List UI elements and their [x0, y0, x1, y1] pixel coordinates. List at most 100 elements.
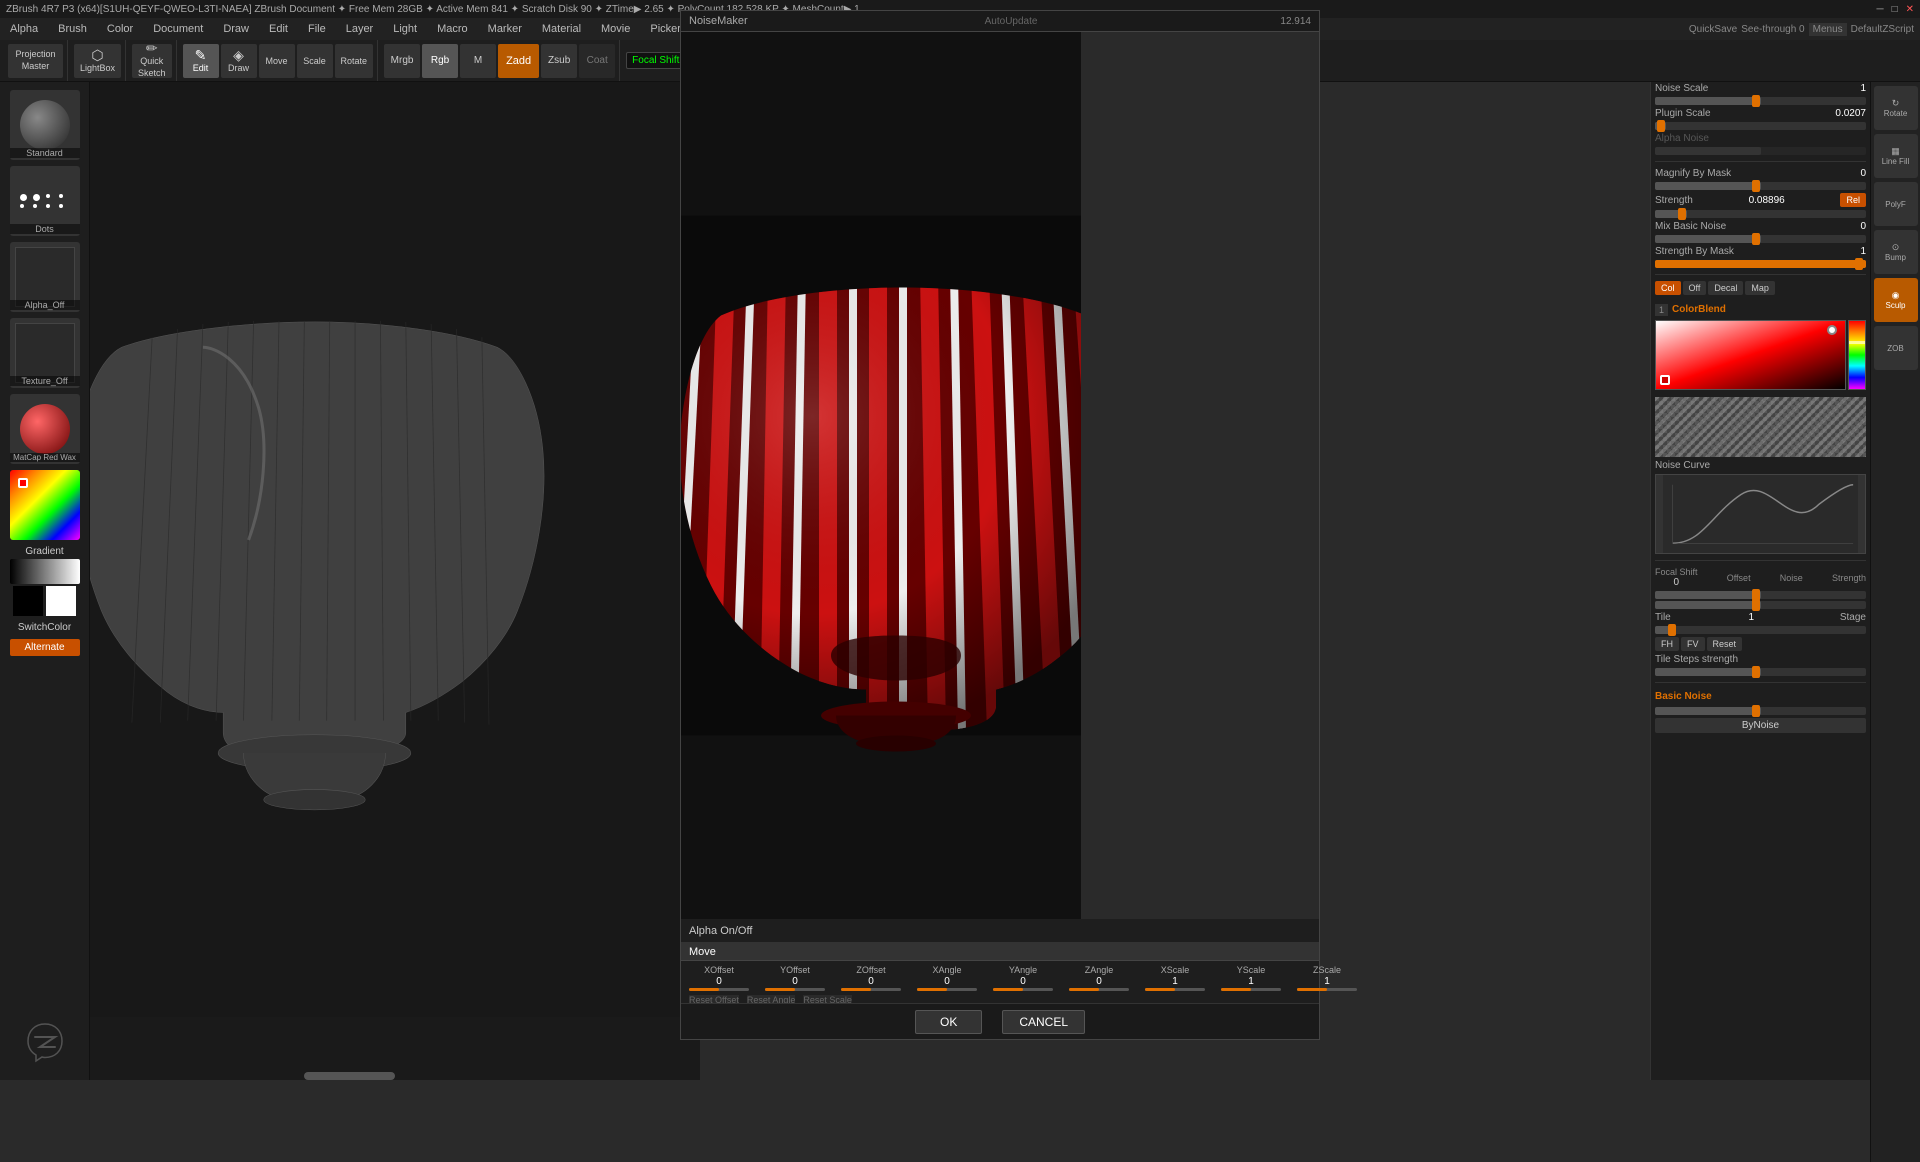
close-btn[interactable]: ✕: [1906, 4, 1914, 15]
quick-sketch-btn[interactable]: ✏ QuickSketch: [132, 44, 172, 78]
standard-label: Standard: [10, 148, 80, 158]
color-picker-area[interactable]: [1655, 320, 1866, 390]
color-mode-btn[interactable]: Col: [1655, 281, 1681, 295]
bynoise-btn[interactable]: ByNoise: [1655, 718, 1866, 733]
color-picker-thumbnail[interactable]: [10, 470, 80, 540]
minimize-btn[interactable]: ─: [1876, 4, 1883, 15]
strength-slider[interactable]: [1655, 210, 1866, 218]
rgb-btn[interactable]: Rgb: [422, 44, 458, 78]
swatch-black[interactable]: [13, 586, 43, 616]
line-fill-btn[interactable]: ▦ Line Fill: [1874, 134, 1918, 178]
dialog-body: [681, 32, 1319, 919]
zscale-slider[interactable]: [1297, 988, 1357, 991]
edit-label: Edit: [193, 63, 209, 73]
swatch-white[interactable]: [46, 586, 76, 616]
projection-master-section: ProjectionMaster: [4, 40, 68, 81]
rel-btn[interactable]: Rel: [1840, 193, 1866, 207]
yangle-slider[interactable]: [993, 988, 1053, 991]
brush-thumbnail[interactable]: Standard: [10, 90, 80, 160]
m-btn[interactable]: M: [460, 44, 496, 78]
menu-draw[interactable]: Draw: [219, 21, 253, 37]
matcap-thumbnail[interactable]: MatCap Red Wax: [10, 394, 80, 464]
edit-btn[interactable]: ✎ Edit: [183, 44, 219, 78]
draw-btn[interactable]: ◈ Draw: [221, 44, 257, 78]
xangle-slider[interactable]: [917, 988, 977, 991]
strength-right-label: Strength: [1832, 573, 1866, 583]
cancel-button[interactable]: CANCEL: [1002, 1010, 1085, 1034]
alpha-preview-area: [1655, 397, 1866, 457]
fh-btn[interactable]: FH: [1655, 637, 1679, 651]
dots-thumbnail[interactable]: Dots: [10, 166, 80, 236]
tile-slider[interactable]: [1655, 626, 1866, 634]
menu-file[interactable]: File: [304, 21, 330, 37]
h-scrollbar[interactable]: [90, 1072, 700, 1080]
zob-btn[interactable]: ZOB: [1874, 326, 1918, 370]
zadd-btn[interactable]: Zadd: [498, 44, 539, 78]
maximize-btn[interactable]: □: [1892, 4, 1898, 15]
mrgb-label: Mrgb: [391, 55, 414, 66]
rotate-icon-btn[interactable]: ↻ Rotate: [1874, 86, 1918, 130]
menu-edit[interactable]: Edit: [265, 21, 292, 37]
move-btn[interactable]: Move: [259, 44, 295, 78]
polyf-btn[interactable]: PolyF: [1874, 182, 1918, 226]
xangle-value: 0: [944, 976, 950, 987]
zscale-control: ZScale 1: [1297, 965, 1357, 991]
menu-material[interactable]: Material: [538, 21, 585, 37]
menu-layer[interactable]: Layer: [342, 21, 378, 37]
basic-noise-slider[interactable]: [1655, 707, 1866, 715]
zangle-slider[interactable]: [1069, 988, 1129, 991]
decal-btn[interactable]: Decal: [1708, 281, 1743, 295]
rgb-label: Rgb: [431, 55, 449, 66]
sculp-btn[interactable]: ◉ Sculp: [1874, 278, 1918, 322]
noise-curve-area[interactable]: [1655, 474, 1866, 554]
xscale-slider[interactable]: [1145, 988, 1205, 991]
reset-noise-btn[interactable]: Reset: [1707, 637, 1743, 651]
strength-mask-slider[interactable]: [1655, 260, 1866, 268]
offset-slider[interactable]: [1655, 601, 1866, 609]
yscale-slider[interactable]: [1221, 988, 1281, 991]
fv-btn[interactable]: FV: [1681, 637, 1705, 651]
noise-scale-slider[interactable]: [1655, 97, 1866, 105]
texture-thumbnail[interactable]: Texture_Off: [10, 318, 80, 388]
scale-btn[interactable]: Scale: [297, 44, 333, 78]
strength-row: Strength 0.08896 Rel: [1655, 193, 1866, 207]
menu-color[interactable]: Color: [103, 21, 137, 37]
draw-label: Draw: [228, 63, 249, 73]
menu-macro[interactable]: Macro: [433, 21, 472, 37]
gradient-bar[interactable]: [10, 559, 80, 584]
menu-alpha[interactable]: Alpha: [6, 21, 42, 37]
xoffset-slider[interactable]: [689, 988, 749, 991]
plugin-scale-slider[interactable]: [1655, 122, 1866, 130]
magnify-slider[interactable]: [1655, 182, 1866, 190]
zsub-btn[interactable]: Zsub: [541, 44, 577, 78]
draw-icon: ◈: [233, 48, 244, 62]
magnify-row: Magnify By Mask 0: [1655, 168, 1866, 179]
projection-master-btn[interactable]: ProjectionMaster: [8, 44, 63, 78]
menu-movie[interactable]: Movie: [597, 21, 634, 37]
mrgb-btn[interactable]: Mrgb: [384, 44, 420, 78]
ok-button[interactable]: OK: [915, 1010, 982, 1034]
mix-basic-slider[interactable]: [1655, 235, 1866, 243]
bump-btn[interactable]: ⊙ Bump: [1874, 230, 1918, 274]
yoffset-slider[interactable]: [765, 988, 825, 991]
rotate-btn-label: Rotate: [1884, 109, 1908, 118]
zoffset-slider[interactable]: [841, 988, 901, 991]
map-btn[interactable]: Map: [1745, 281, 1775, 295]
rotate-btn[interactable]: Rotate: [335, 44, 374, 78]
alternate-btn[interactable]: Alternate: [10, 639, 80, 656]
menu-document[interactable]: Document: [149, 21, 207, 37]
h-scroll-thumb[interactable]: [304, 1072, 396, 1080]
bump-label: Bump: [1885, 253, 1906, 262]
polyf-label: PolyF: [1885, 200, 1905, 209]
menu-marker[interactable]: Marker: [484, 21, 526, 37]
col-off-btn[interactable]: Off: [1683, 281, 1707, 295]
zscale-value: 1: [1324, 976, 1330, 987]
focal-slider[interactable]: [1655, 591, 1866, 599]
menu-brush[interactable]: Brush: [54, 21, 91, 37]
tile-steps-slider[interactable]: [1655, 668, 1866, 676]
quick-sketch-section: ✏ QuickSketch: [128, 40, 177, 81]
alpha-thumbnail[interactable]: Alpha_Off: [10, 242, 80, 312]
lightbox-btn[interactable]: ⬡ LightBox: [74, 44, 121, 78]
menu-light[interactable]: Light: [389, 21, 421, 37]
coat-btn[interactable]: Coat: [579, 44, 615, 78]
